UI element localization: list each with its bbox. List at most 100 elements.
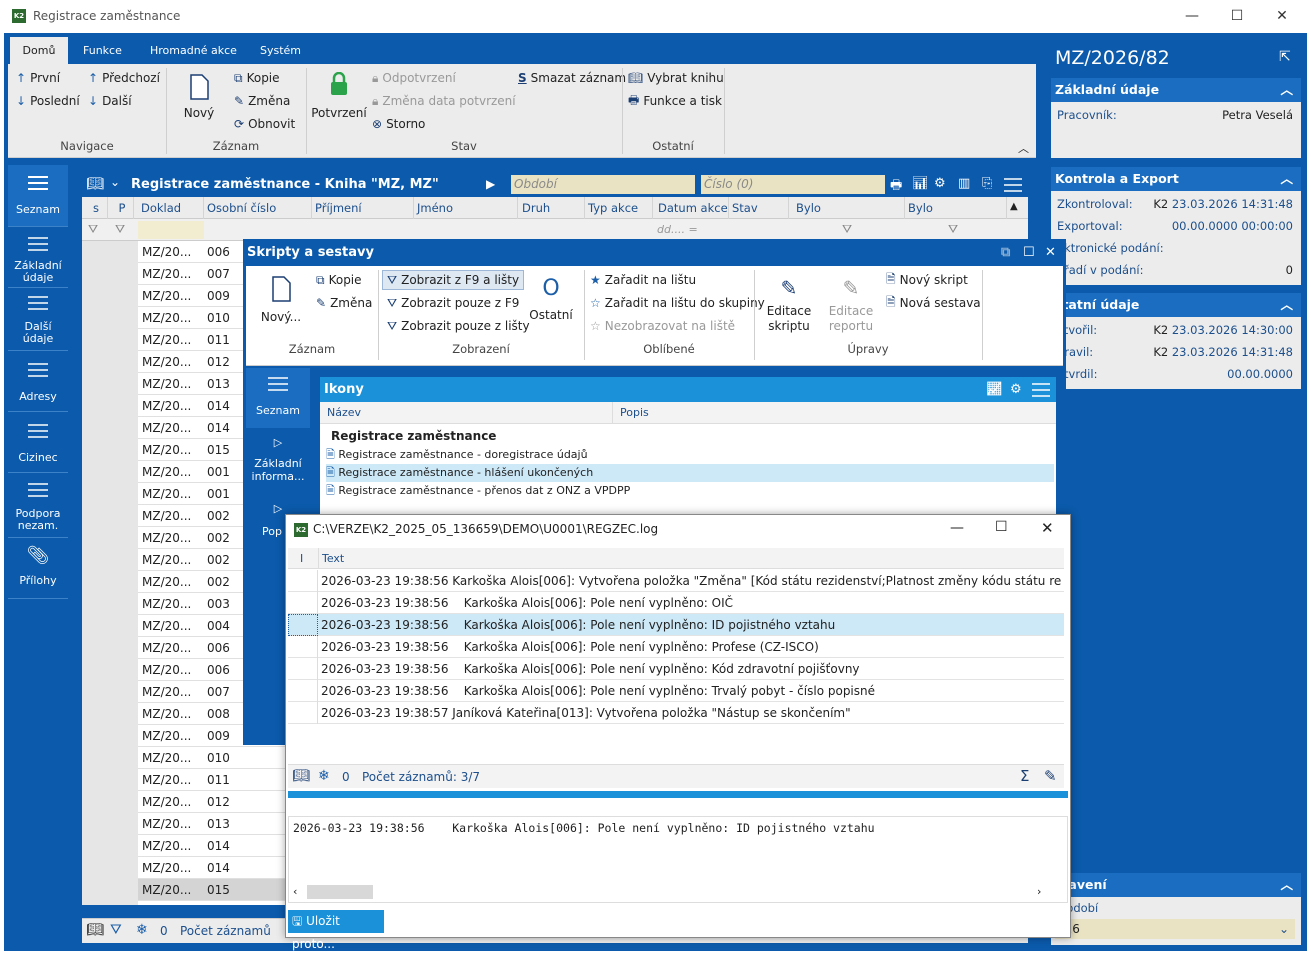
scroll-up-icon[interactable]: ▲	[1010, 201, 1018, 212]
tab-system[interactable]: Systém	[248, 37, 313, 64]
column-header[interactable]: Druh činno	[519, 197, 585, 237]
chart-icon[interactable]: 📈︎	[986, 377, 1003, 402]
new-button[interactable]: Nový	[178, 74, 220, 120]
add-bar-button[interactable]: ★ Zařadit na lištu	[590, 270, 696, 290]
leftnav-addresses[interactable]: Adresy	[8, 352, 68, 412]
leftnav-other[interactable]: Další údaje	[8, 289, 68, 351]
scripts-nav-list[interactable]: Seznam	[246, 368, 310, 428]
collapse-ribbon-icon[interactable]: ︿	[1018, 140, 1029, 156]
collapse-icon[interactable]: ︿	[1280, 873, 1293, 897]
col-i[interactable]: I	[300, 552, 303, 565]
hierarchy-icon[interactable]: ⚙	[934, 176, 946, 191]
filter-icon[interactable]: ⛛	[948, 222, 958, 237]
close-button[interactable]: ✕	[1041, 519, 1054, 537]
control-section-header[interactable]: Kontrola a Export ︿	[1051, 167, 1301, 191]
col-desc[interactable]: Popis	[620, 406, 649, 419]
log-detail[interactable]: 2026-03-23 19:38:56 Karkoška Alois[006]:…	[288, 816, 1068, 903]
last-button[interactable]: ↓ Poslední	[16, 91, 80, 111]
leftnav-attachments[interactable]: 📎︎ Přílohy	[8, 539, 68, 599]
scripts-nav-basic[interactable]: ▷ Základní informa...	[246, 430, 310, 492]
prev-button[interactable]: ↑ Předchozí	[88, 68, 160, 88]
copy-button[interactable]: ⧉ Kopie	[234, 68, 280, 88]
col-text[interactable]: Text	[322, 552, 344, 565]
script-copy-button[interactable]: ⧉ Kopie	[316, 270, 362, 290]
choose-book-button[interactable]: 📖︎ Vybrat knihu	[628, 68, 724, 88]
view-other-button[interactable]: O Ostatní	[526, 278, 576, 323]
minimize-button[interactable]: —	[950, 520, 964, 536]
script-item[interactable]: 🗎 Registrace zaměstnance - přenos dat z …	[326, 482, 1054, 500]
filter-icon[interactable]: ⛛	[842, 222, 852, 237]
maximize-icon[interactable]: ☐	[1023, 239, 1035, 266]
book-icon[interactable]: 📖︎	[86, 922, 104, 938]
save-protocol-button[interactable]: 🖫 Uložit proto...	[288, 910, 384, 951]
scroll-left-icon[interactable]: ‹	[293, 885, 297, 898]
date-filter[interactable]: dd.... =	[657, 223, 698, 236]
collapse-icon[interactable]: ︿	[1280, 167, 1293, 191]
change-date-button[interactable]: 🔒︎ Změna data potvrzení	[372, 91, 516, 111]
next-button[interactable]: ↓ Další	[88, 91, 132, 111]
collapse-icon[interactable]: ︿	[1280, 293, 1293, 317]
minimize-button[interactable]: —	[1169, 4, 1215, 28]
chevron-down-icon[interactable]: ⌄	[110, 175, 120, 189]
view-bars-only-button[interactable]: ⛛ Zobrazit pouze z lišty	[387, 316, 530, 336]
column-header[interactable]: Stav	[729, 197, 789, 219]
columns-icon[interactable]: ▥	[958, 176, 970, 191]
storno-button[interactable]: ⊗ Storno	[372, 114, 425, 134]
tab-functions[interactable]: Funkce	[71, 37, 134, 64]
snowflake-icon[interactable]: ❄	[136, 922, 148, 938]
col-name[interactable]: Název	[327, 406, 361, 419]
edit-report-button[interactable]: ✎ Editace reportu	[822, 276, 880, 334]
period-field[interactable]: Období	[511, 175, 695, 194]
log-row[interactable]: 2026-03-23 19:38:56 Karkoška Alois[006]:…	[288, 570, 1064, 592]
column-header[interactable]: Příjmení	[312, 197, 414, 219]
printer-icon[interactable]: 🖶	[890, 176, 902, 198]
leftnav-list[interactable]: Seznam	[8, 165, 68, 227]
sum-icon[interactable]: Σ	[1020, 767, 1029, 785]
filter-icon[interactable]: ⛛	[110, 922, 122, 938]
log-row[interactable]: 2026-03-23 19:38:56 Karkoška Alois[006]:…	[288, 680, 1064, 702]
settings-section-header[interactable]: stavení ︿	[1051, 873, 1301, 897]
change-button[interactable]: ✎ Změna	[234, 91, 290, 111]
column-header[interactable]: s	[82, 197, 108, 219]
column-header[interactable]: Bylo zkontrolováno	[793, 197, 905, 237]
gear-icon[interactable]: ⚙	[1010, 377, 1022, 402]
script-item-selected[interactable]: 🗎 Registrace zaměstnance - hlášení ukonč…	[326, 464, 1054, 482]
hide-bar-button[interactable]: ☆ Nezobrazovat na liště	[590, 316, 735, 336]
scroll-right-icon[interactable]: ›	[1037, 885, 1041, 898]
snowflake-icon[interactable]: ❄	[318, 768, 330, 784]
maximize-button[interactable]: ☐	[1214, 4, 1260, 28]
first-button[interactable]: ↑ První	[16, 68, 60, 88]
view-f9-bars-button[interactable]: ⛛ Zobrazit z F9 a lišty	[382, 270, 525, 290]
pencil-icon[interactable]: ✎	[1044, 767, 1057, 785]
add-group-button[interactable]: ☆ Zařadit na lištu do skupiny	[590, 293, 765, 313]
log-row[interactable]: 2026-03-23 19:38:56 Karkoška Alois[006]:…	[288, 592, 1064, 614]
column-header[interactable]: P	[108, 197, 134, 219]
view-f9-only-button[interactable]: ⛛ Zobrazit pouze z F9	[387, 293, 519, 313]
functions-print-button[interactable]: 🖶 Funkce a tisk	[628, 91, 722, 111]
log-row[interactable]: 2026-03-23 19:38:56 Karkoška Alois[006]:…	[288, 636, 1064, 658]
leftnav-foreigner[interactable]: Cizinec	[8, 413, 68, 473]
filter-cell[interactable]	[138, 221, 204, 239]
leftnav-basic[interactable]: Základní údaje	[8, 228, 68, 288]
unconfirm-button[interactable]: 🔒︎ Odpotvrzení	[372, 68, 456, 88]
column-header[interactable]: Jméno	[414, 197, 518, 219]
play-icon[interactable]: ▶	[486, 177, 495, 191]
refresh-button[interactable]: ⟳ Obnovit	[234, 114, 295, 134]
leftnav-unemployment[interactable]: Podpora nezam.	[8, 474, 68, 538]
script-change-button[interactable]: ✎ Změna	[316, 293, 372, 313]
period-select[interactable]: 026⌄	[1055, 919, 1295, 939]
delete-record-button[interactable]: S Smazat záznam	[518, 68, 626, 88]
h-scrollbar-thumb[interactable]	[307, 885, 373, 899]
column-header[interactable]: Datum akce	[655, 197, 729, 219]
log-row[interactable]: 2026-03-23 19:38:56 Karkoška Alois[006]:…	[288, 658, 1064, 680]
menu-icon[interactable]	[1032, 383, 1050, 397]
tab-home[interactable]: Domů	[10, 37, 68, 64]
splitter[interactable]	[288, 791, 1068, 798]
menu-icon[interactable]	[1004, 178, 1022, 192]
basic-section-header[interactable]: Základní údaje ︿	[1051, 78, 1301, 102]
book-icon[interactable]: 📖︎	[86, 176, 104, 192]
restore-icon[interactable]: ⧉	[1001, 239, 1010, 266]
close-button[interactable]: ✕	[1259, 4, 1305, 28]
script-item[interactable]: 🗎 Registrace zaměstnance - doregistrace …	[326, 446, 1054, 464]
export-icon[interactable]: ⎘	[982, 176, 992, 191]
